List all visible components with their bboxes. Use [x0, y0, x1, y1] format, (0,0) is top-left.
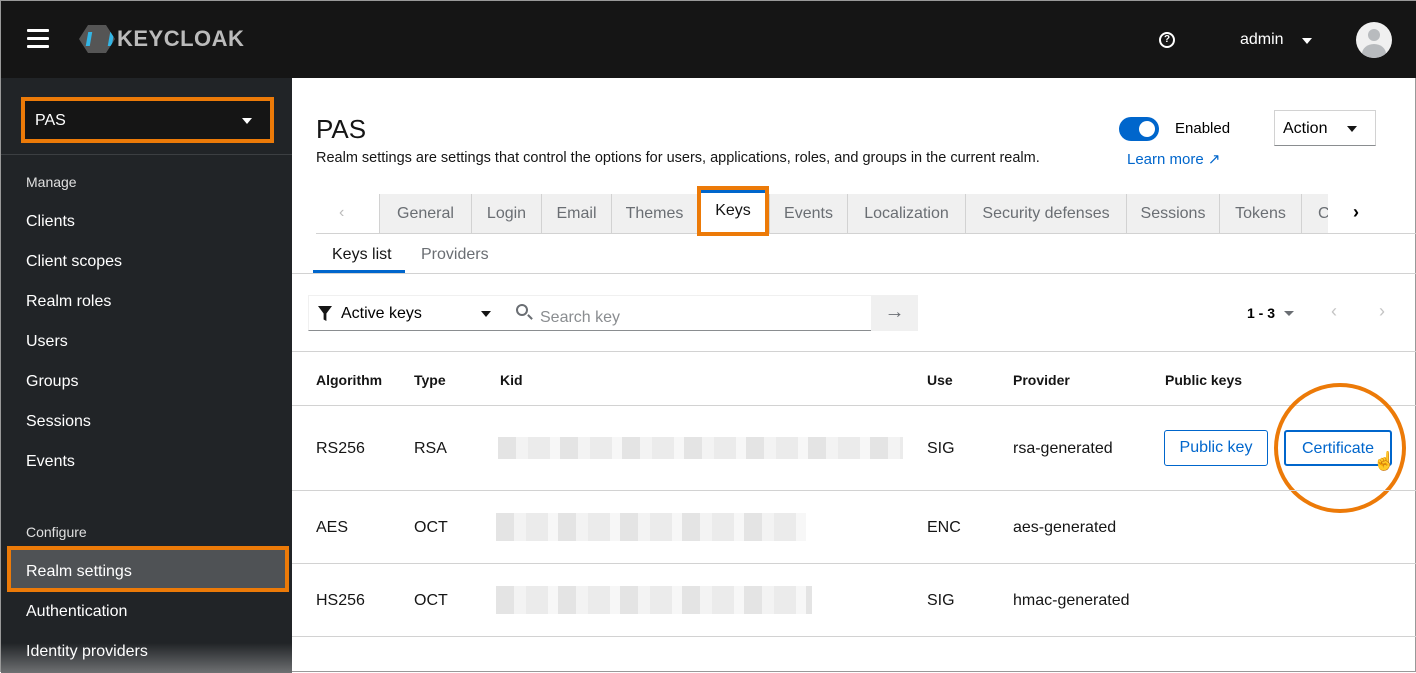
caret-down-icon: [242, 118, 252, 124]
col-use: Use: [927, 372, 953, 388]
redacted-kid: [496, 586, 812, 614]
realm-name: PAS: [35, 112, 66, 129]
type-cell: OCT: [414, 519, 448, 536]
pagination-range[interactable]: 1 - 3: [1247, 305, 1275, 321]
col-kid: Kid: [500, 372, 523, 388]
tab-events[interactable]: Events: [769, 194, 847, 233]
provider-cell: hmac-generated: [1013, 592, 1130, 609]
tab-security-defenses[interactable]: Security defenses: [965, 194, 1126, 233]
redacted-kid: [496, 513, 806, 541]
nav-realm-settings[interactable]: Realm settings: [7, 546, 289, 592]
tab-keys[interactable]: Keys: [697, 186, 769, 236]
tab-themes[interactable]: Themes: [611, 194, 697, 233]
search-icon: [516, 304, 528, 316]
divider: [292, 636, 1416, 637]
divider: [292, 490, 1416, 491]
nav-realm-roles[interactable]: Realm roles: [26, 293, 111, 311]
algorithm-cell: HS256: [316, 592, 365, 609]
prev-page-icon[interactable]: ‹: [1331, 301, 1337, 322]
external-link-icon: ↗: [1207, 151, 1221, 168]
tab-localization[interactable]: Localization: [847, 194, 965, 233]
active-subtab-indicator: [313, 270, 405, 273]
enabled-label: Enabled: [1175, 120, 1231, 137]
nav-authentication[interactable]: Authentication: [26, 603, 127, 621]
sidebar: PAS Manage Clients Client scopes Realm r…: [1, 78, 292, 673]
type-cell: RSA: [414, 440, 447, 457]
public-key-button[interactable]: Public key: [1164, 430, 1268, 466]
col-algorithm: Algorithm: [316, 372, 383, 388]
keycloak-logo[interactable]: KEYCLOAK: [79, 25, 244, 53]
hand-cursor-icon: ☝: [1373, 451, 1396, 471]
use-cell: ENC: [927, 519, 961, 536]
filter-label: Active keys: [341, 305, 422, 322]
subtab-providers[interactable]: Providers: [421, 246, 489, 264]
filter-icon: [318, 306, 332, 321]
nav-users[interactable]: Users: [26, 333, 68, 351]
nav-sessions[interactable]: Sessions: [26, 413, 91, 431]
key-filter-dropdown[interactable]: Active keys: [308, 295, 509, 331]
enabled-toggle[interactable]: [1119, 117, 1159, 141]
search-key-input[interactable]: [509, 295, 871, 331]
brand-text: KEYCLOAK: [117, 26, 245, 51]
next-page-icon[interactable]: ›: [1379, 301, 1385, 322]
subtab-keys-list[interactable]: Keys list: [332, 246, 392, 264]
divider: [292, 351, 1416, 352]
keys-subtabs: Keys list Providers: [292, 234, 1416, 274]
caret-down-icon: [1347, 126, 1357, 132]
action-dropdown[interactable]: Action: [1274, 110, 1376, 146]
realm-tabs: General Login Email Themes Keys Events L…: [316, 186, 1416, 236]
caret-down-icon: [481, 311, 491, 317]
type-cell: OCT: [414, 592, 448, 609]
realm-selector[interactable]: PAS: [21, 97, 274, 143]
masthead: KEYCLOAK ? admin: [1, 1, 1416, 78]
nav-groups[interactable]: Groups: [26, 373, 78, 391]
hamburger-menu-icon[interactable]: [27, 29, 49, 49]
col-public-keys: Public keys: [1165, 372, 1243, 388]
tab-login[interactable]: Login: [471, 194, 541, 233]
nav-identity-providers[interactable]: Identity providers: [26, 643, 148, 661]
section-manage: Manage: [26, 174, 77, 190]
avatar[interactable]: [1356, 22, 1392, 58]
caret-down-icon[interactable]: [1284, 311, 1294, 316]
algorithm-cell: AES: [316, 519, 349, 536]
nav-events[interactable]: Events: [26, 453, 75, 471]
divider: [292, 563, 1416, 564]
use-cell: SIG: [927, 440, 955, 457]
search-submit-button[interactable]: →: [871, 295, 918, 331]
provider-cell: aes-generated: [1013, 519, 1117, 536]
use-cell: SIG: [927, 592, 955, 609]
logo-icon: [79, 25, 115, 53]
user-menu[interactable]: admin: [1240, 31, 1284, 49]
nav-client-scopes[interactable]: Client scopes: [26, 253, 122, 271]
tab-email[interactable]: Email: [541, 194, 611, 233]
col-provider: Provider: [1013, 372, 1070, 388]
help-icon[interactable]: ?: [1159, 32, 1175, 48]
divider: [1, 154, 292, 155]
provider-cell: rsa-generated: [1013, 440, 1113, 457]
action-label: Action: [1283, 120, 1328, 137]
caret-down-icon[interactable]: [1302, 38, 1312, 44]
tab-sessions[interactable]: Sessions: [1126, 194, 1219, 233]
scroll-right-icon[interactable]: ›: [1353, 202, 1359, 223]
learn-more-text: Learn more: [1127, 151, 1204, 168]
page-description: Realm settings are settings that control…: [316, 150, 1040, 166]
algorithm-cell: RS256: [316, 440, 365, 457]
tab-tokens[interactable]: Tokens: [1219, 194, 1301, 233]
page-title: PAS: [316, 114, 367, 144]
tab-truncated[interactable]: C: [1301, 194, 1328, 233]
tab-general[interactable]: General: [379, 194, 471, 233]
redacted-kid: [498, 437, 903, 459]
learn-more-link[interactable]: Learn more ↗: [1127, 150, 1220, 168]
divider: [292, 405, 1416, 406]
col-type: Type: [414, 372, 446, 388]
nav-clients[interactable]: Clients: [26, 213, 75, 231]
section-configure: Configure: [26, 524, 87, 540]
